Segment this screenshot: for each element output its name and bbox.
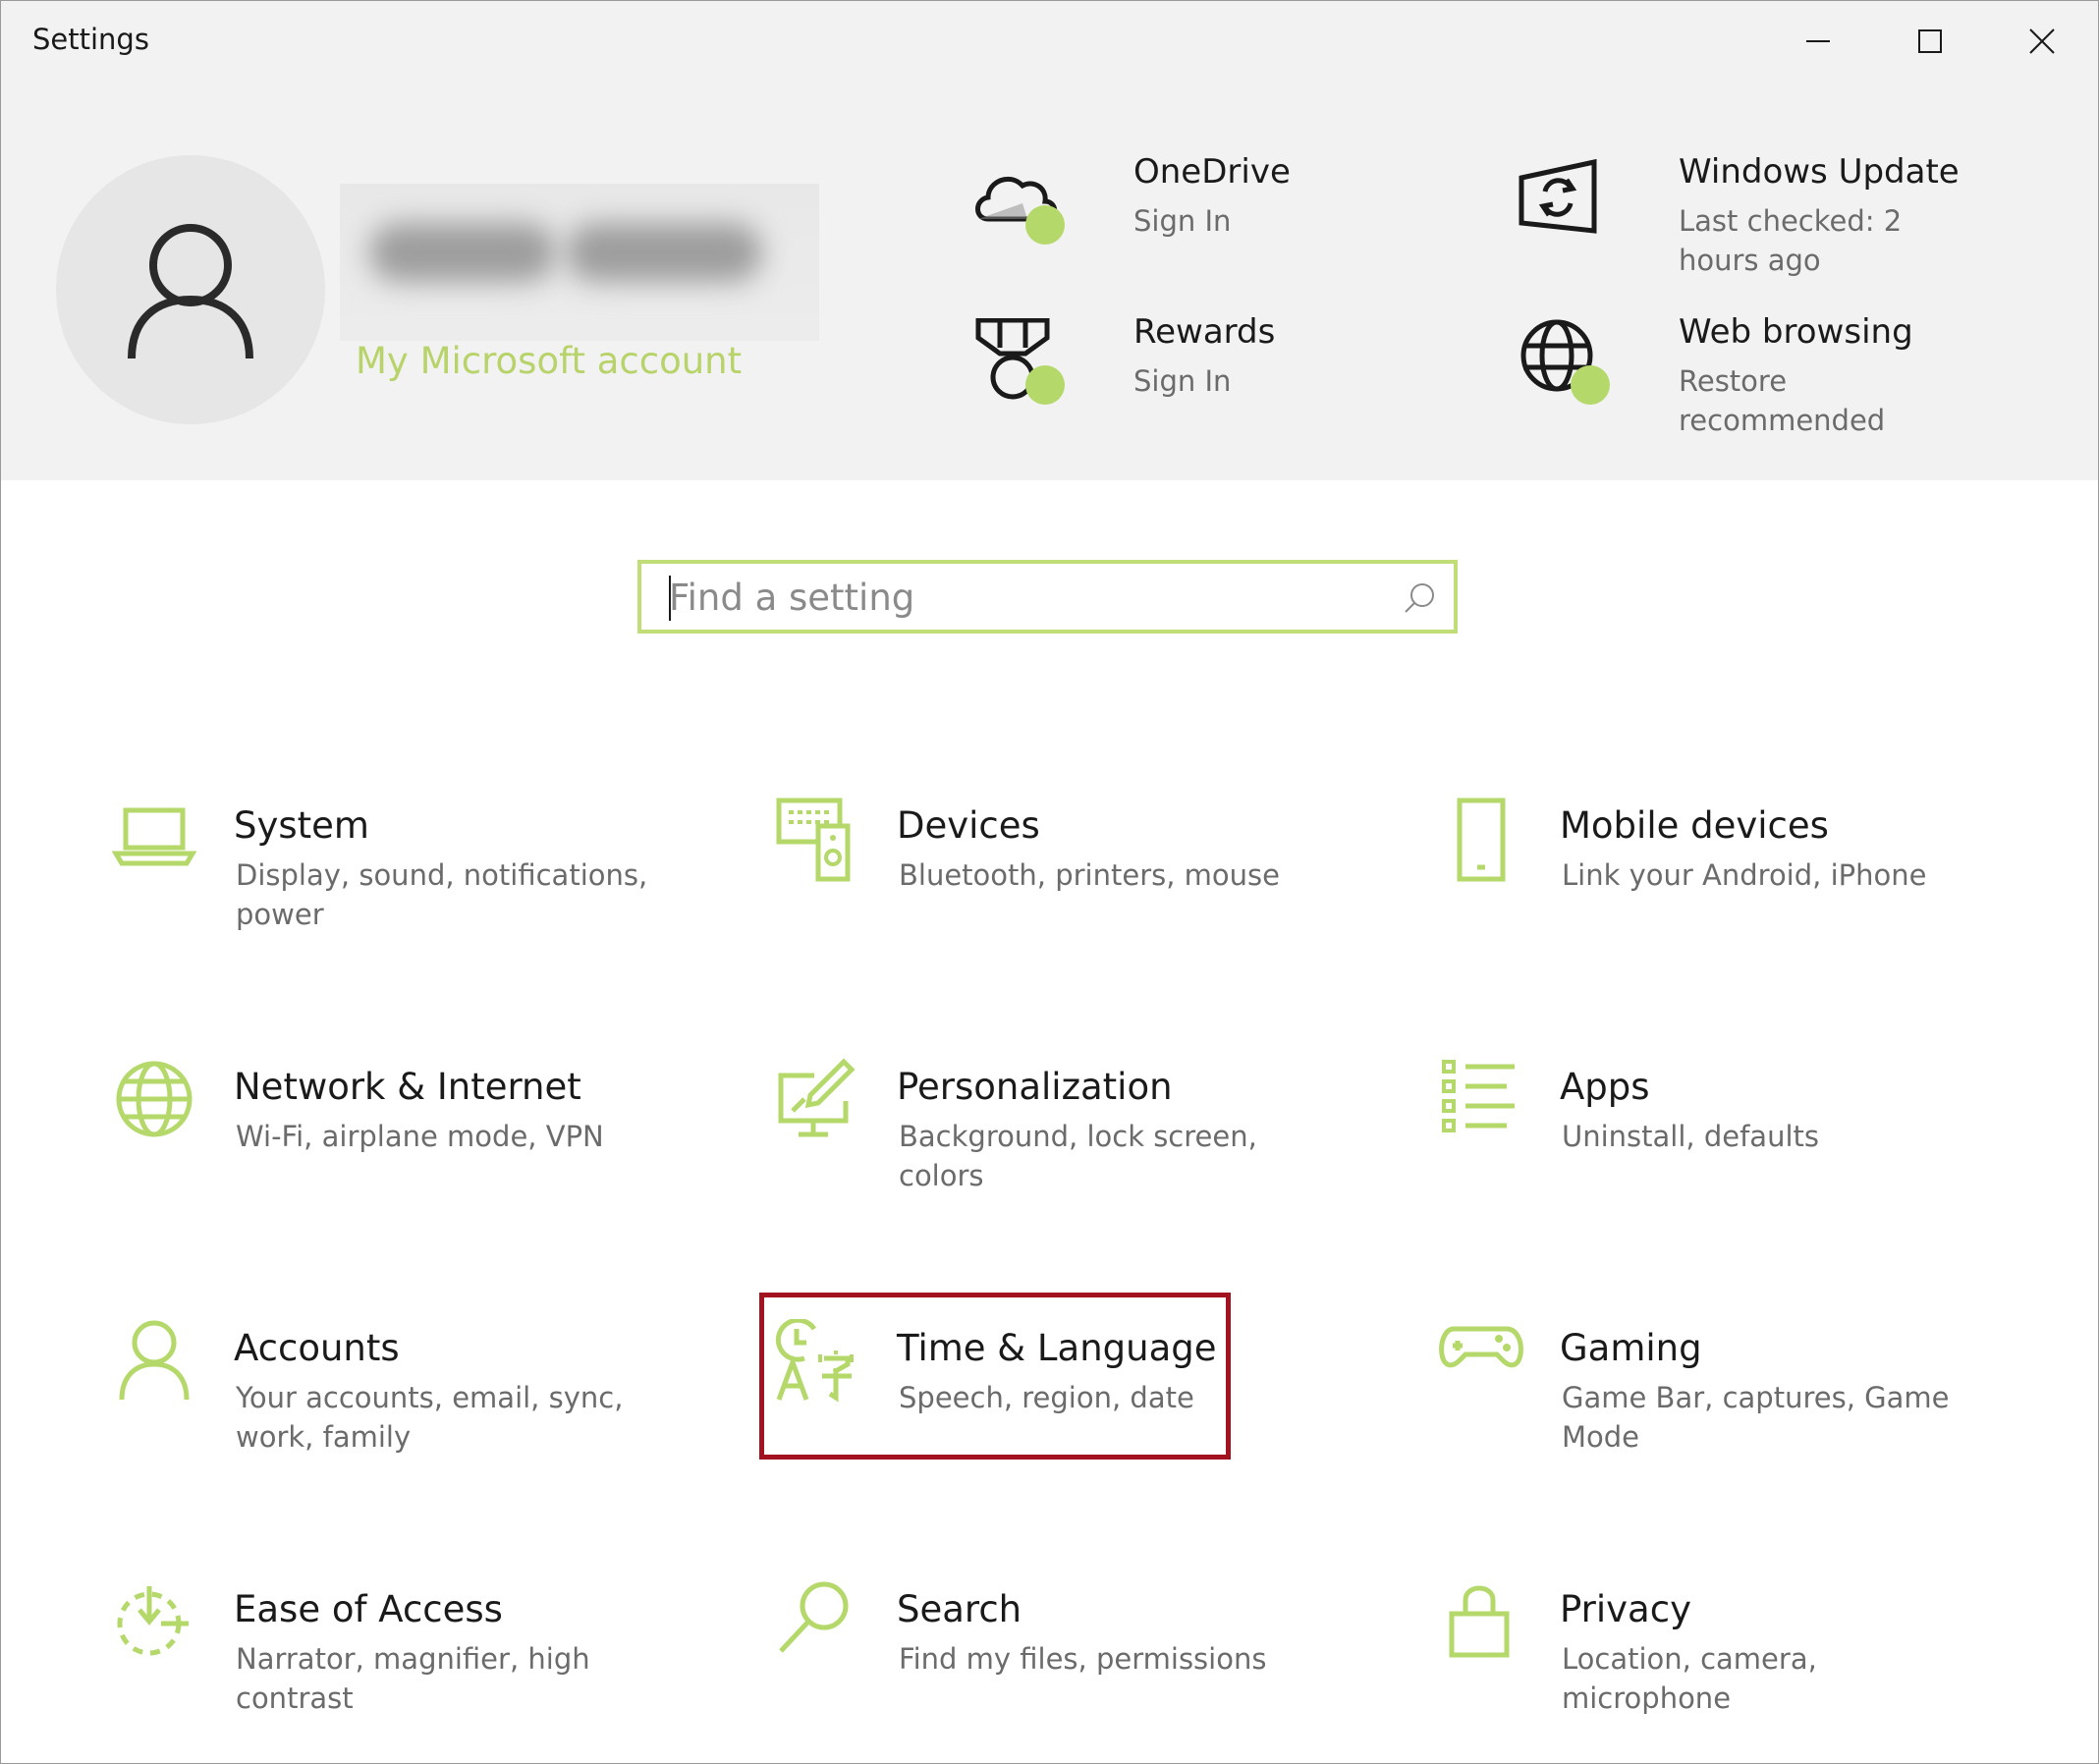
quick-link-title: Windows Update (1679, 152, 1960, 192)
category-subtitle: Speech, region, date (899, 1381, 1194, 1414)
maximize-icon (1918, 29, 1942, 53)
quick-link-subtitle: Sign In (1133, 364, 1232, 398)
category-personalization[interactable]: Personalization Background, lock screen,… (775, 1058, 1423, 1215)
category-system[interactable]: System Display, sound, notifications, po… (112, 797, 760, 954)
category-network-internet[interactable]: Network & Internet Wi-Fi, airplane mode,… (112, 1058, 760, 1215)
category-mobile-devices[interactable]: Mobile devices Link your Android, iPhone (1438, 797, 2086, 954)
my-microsoft-account-link[interactable]: My Microsoft account (356, 340, 742, 382)
category-subtitle: Uninstall, defaults (1562, 1120, 1819, 1153)
category-title: Time & Language (897, 1327, 1217, 1369)
category-subtitle: Find my files, permissions (899, 1642, 1267, 1676)
category-apps[interactable]: Apps Uninstall, defaults (1438, 1058, 2086, 1215)
settings-window: Settings My Microsoft account OneDrive S… (0, 0, 2099, 1764)
category-subtitle: Display, sound, notifications, power (236, 858, 648, 931)
minimize-icon (1806, 40, 1830, 42)
category-subtitle: Narrator, magnifier, high contrast (236, 1642, 590, 1715)
quick-link-subtitle: Sign In (1133, 204, 1232, 238)
category-title: Ease of Access (234, 1588, 503, 1630)
category-privacy[interactable]: Privacy Location, camera, microphone (1438, 1580, 2086, 1737)
quick-link-subtitle: Last checked: 2 hours ago (1679, 204, 1903, 277)
category-subtitle: Your accounts, email, sync, work, family (236, 1381, 624, 1454)
globe-icon (116, 1061, 193, 1137)
header: Settings My Microsoft account OneDrive S… (1, 1, 2098, 480)
category-title: Privacy (1560, 1588, 1691, 1630)
category-search[interactable]: Search Find my files, permissions (775, 1580, 1423, 1737)
category-subtitle: Background, lock screen, colors (899, 1120, 1257, 1192)
text-caret (669, 576, 671, 621)
category-accounts[interactable]: Accounts Your accounts, email, sync, wor… (112, 1319, 760, 1476)
category-time-language[interactable]: Time & Language Speech, region, date (775, 1319, 1423, 1476)
category-title: Devices (897, 804, 1040, 847)
laptop-icon (112, 807, 197, 866)
category-title: Network & Internet (234, 1066, 581, 1108)
category-title: Apps (1560, 1066, 1650, 1108)
ease-of-access-icon (117, 1586, 189, 1656)
category-subtitle: Link your Android, iPhone (1562, 858, 1927, 892)
window-title: Settings (32, 23, 149, 56)
gamepad-icon (1439, 1326, 1523, 1368)
quick-link-subtitle: Restore recommended (1679, 364, 1886, 437)
search-input[interactable] (669, 572, 1396, 623)
quick-link-title: OneDrive (1133, 152, 1291, 192)
maximize-button[interactable] (1896, 11, 1964, 72)
category-title: Gaming (1560, 1327, 1702, 1369)
blurred-account-name (340, 184, 819, 341)
quick-link-title: Web browsing (1679, 312, 1913, 352)
person-icon (119, 1320, 190, 1401)
search-box[interactable] (637, 560, 1458, 634)
quick-link-title: Rewards (1133, 312, 1276, 352)
category-subtitle: Game Bar, captures, Game Mode (1562, 1381, 1950, 1454)
category-title: Mobile devices (1560, 804, 1829, 847)
close-icon (2029, 28, 2055, 54)
category-subtitle: Location, camera, microphone (1562, 1642, 1817, 1715)
paint-brush-icon (778, 1058, 856, 1137)
phone-icon (1457, 798, 1506, 882)
category-subtitle: Wi-Fi, airplane mode, VPN (236, 1120, 604, 1153)
avatar[interactable] (56, 155, 325, 424)
category-subtitle: Bluetooth, printers, mouse (899, 858, 1280, 892)
category-title: Personalization (897, 1066, 1173, 1108)
category-title: Accounts (234, 1327, 400, 1369)
minimize-button[interactable] (1784, 11, 1852, 72)
padlock-icon (1449, 1585, 1510, 1658)
close-button[interactable] (2008, 11, 2076, 72)
category-title: Search (897, 1588, 1022, 1630)
user-avatar-icon (128, 224, 253, 358)
category-devices[interactable]: Devices Bluetooth, printers, mouse (775, 797, 1423, 954)
web-browsing-globe-icon (1520, 319, 1610, 405)
magnifier-icon (779, 1581, 849, 1653)
category-ease-of-access[interactable]: Ease of Access Narrator, magnifier, high… (112, 1580, 760, 1737)
apps-list-icon (1442, 1060, 1515, 1132)
category-title: System (234, 804, 369, 847)
devices-keyboard-icon (776, 798, 851, 882)
category-gaming[interactable]: Gaming Game Bar, captures, Game Mode (1438, 1319, 2086, 1476)
windows-update-icon (1519, 158, 1597, 234)
onedrive-cloud-icon (975, 176, 1065, 245)
time-language-icon (775, 1319, 854, 1403)
rewards-medal-icon (975, 318, 1065, 405)
search-icon[interactable] (1403, 581, 1436, 615)
